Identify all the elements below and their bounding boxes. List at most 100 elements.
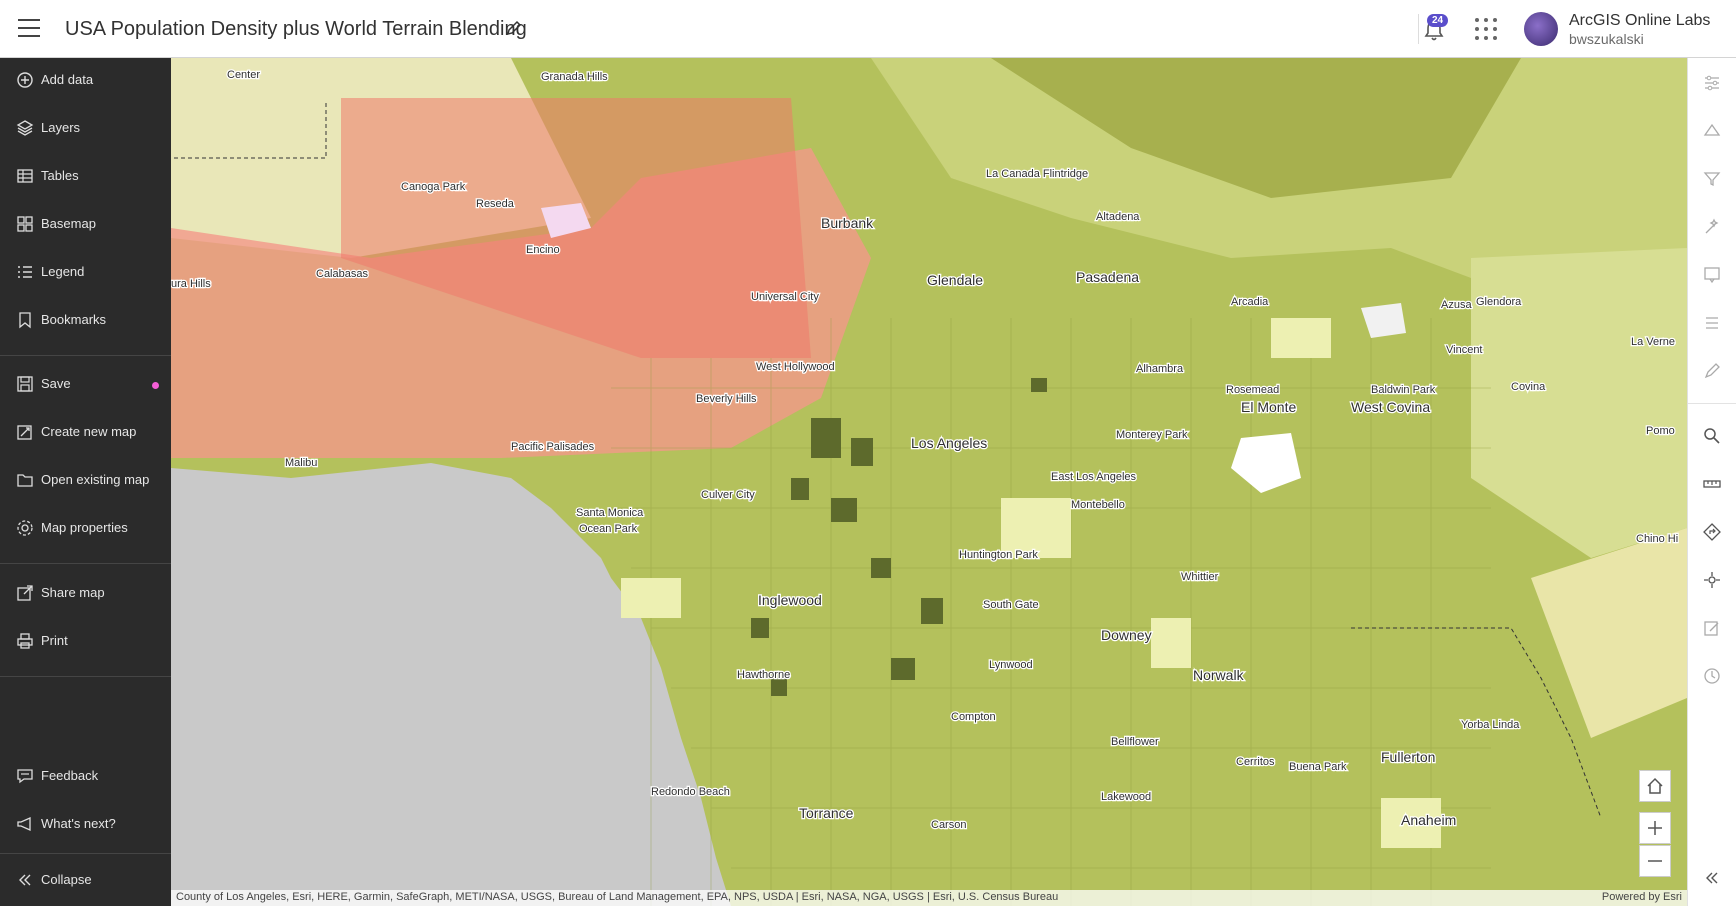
map-label-downey: Downey	[1101, 627, 1152, 643]
filter-icon[interactable]	[1702, 169, 1722, 189]
sidebar-item-map-properties[interactable]: Map properties	[0, 509, 171, 549]
sidebar-item-feedback[interactable]: Feedback	[0, 757, 171, 797]
notification-badge: 24	[1427, 14, 1449, 27]
map-label-glendora: Glendora	[1476, 296, 1522, 308]
sidebar-divider	[0, 563, 171, 564]
map-label-huntington-park: Huntington Park	[959, 549, 1038, 561]
directions-icon[interactable]	[1702, 522, 1722, 542]
search-icon[interactable]	[1702, 426, 1722, 446]
map-label-pacific-palisades: Pacific Palisades	[511, 441, 595, 453]
map-label-redondo-beach: Redondo Beach	[651, 786, 730, 798]
powered-by[interactable]: Powered by Esri	[1602, 891, 1682, 903]
map-label-azusa: Azusa	[1441, 299, 1472, 311]
sketch-icon[interactable]	[1702, 361, 1722, 381]
map-label-inglewood: Inglewood	[758, 592, 822, 608]
map-label-norwalk: Norwalk	[1193, 667, 1245, 683]
attribution-bar: County of Los Angeles, Esri, HERE, Garmi…	[171, 890, 1687, 906]
map-label-alhambra: Alhambra	[1136, 363, 1184, 375]
unsaved-indicator	[152, 382, 159, 389]
map-label-el-monte: El Monte	[1241, 399, 1296, 415]
sidebar-divider	[0, 676, 171, 677]
effects-icon[interactable]	[1702, 217, 1722, 237]
labels-icon[interactable]	[1702, 313, 1722, 333]
feedback-icon	[17, 769, 33, 784]
map-label-south-gate: South Gate	[983, 599, 1039, 611]
plus-icon	[1648, 821, 1662, 835]
share-icon	[17, 585, 33, 601]
sidebar-item-collapse[interactable]: Collapse	[0, 861, 171, 901]
sidebar-item-label: Open existing map	[41, 472, 150, 487]
map-label-arcadia: Arcadia	[1231, 296, 1269, 308]
save-icon	[17, 376, 33, 392]
table-icon	[17, 169, 33, 183]
sidebar-item-print[interactable]: Print	[0, 622, 171, 662]
add-data-icon	[17, 72, 33, 88]
attribution-text[interactable]: County of Los Angeles, Esri, HERE, Garmi…	[176, 891, 1058, 903]
map-canvas[interactable]: Center Granada Hills Canoga Park Reseda Enci…	[171, 58, 1687, 906]
sidebar: Add data Layers Tables Basemap Legend Bo…	[0, 58, 171, 906]
map-label-carson: Carson	[931, 819, 966, 831]
map-label-buena-park: Buena Park	[1289, 761, 1347, 773]
zoom-in-button[interactable]	[1639, 812, 1671, 844]
username: bwszukalski	[1569, 31, 1644, 47]
location-icon[interactable]	[1702, 570, 1722, 590]
map-label-anaheim: Anaheim	[1401, 812, 1456, 828]
layers-icon	[16, 120, 34, 136]
sidebar-item-open-existing-map[interactable]: Open existing map	[0, 461, 171, 501]
map-label-compton: Compton	[951, 711, 996, 723]
settings-toolbar	[1687, 58, 1736, 906]
sidebar-item-label: Collapse	[41, 872, 92, 887]
map-label-burbank: Burbank	[821, 215, 874, 231]
popups-icon[interactable]	[1702, 265, 1722, 285]
map-label-lakewood: Lakewood	[1101, 791, 1151, 803]
header-divider	[1418, 14, 1419, 44]
map-label-whittier: Whittier	[1181, 571, 1219, 583]
expand-toolbar-icon[interactable]	[1702, 868, 1722, 888]
map-label-la-canada-flintridge: La Canada Flintridge	[986, 168, 1088, 180]
properties-icon[interactable]	[1702, 73, 1722, 93]
sidebar-item-tables[interactable]: Tables	[0, 157, 171, 197]
sidebar-item-legend[interactable]: Legend	[0, 253, 171, 293]
map-label-rosemead: Rosemead	[1226, 384, 1279, 396]
sidebar-item-label: Map properties	[41, 520, 128, 535]
map-label-bellflower: Bellflower	[1111, 736, 1159, 748]
sidebar-item-save[interactable]: Save	[0, 365, 171, 405]
sidebar-item-whats-next[interactable]: What's next?	[0, 805, 171, 845]
avatar[interactable]	[1524, 12, 1558, 46]
styles-icon[interactable]	[1702, 121, 1722, 141]
sidebar-item-create-new-map[interactable]: Create new map	[0, 413, 171, 453]
sidebar-item-basemap[interactable]: Basemap	[0, 205, 171, 245]
sidebar-item-label: Print	[41, 633, 68, 648]
folder-icon	[17, 474, 33, 487]
create-map-icon	[17, 425, 32, 440]
app-launcher-icon[interactable]	[1475, 18, 1497, 40]
edit-title-icon[interactable]	[504, 18, 524, 38]
map-label-canoga-park: Canoga Park	[401, 181, 466, 193]
map-label-granada-hills: Granada Hills	[541, 71, 608, 83]
sidebar-item-label: Share map	[41, 585, 105, 600]
map-view[interactable]: Center Granada Hills Canoga Park Reseda Enci…	[171, 58, 1687, 906]
zoom-out-button[interactable]	[1639, 845, 1671, 877]
edit-icon[interactable]	[1702, 618, 1722, 638]
menu-icon[interactable]	[18, 19, 40, 37]
map-label-west-covina: West Covina	[1351, 399, 1430, 415]
sidebar-divider	[0, 853, 171, 854]
org-name[interactable]: ArcGIS Online Labs	[1569, 12, 1710, 30]
map-label-encino: Encino	[526, 244, 560, 256]
home-button[interactable]	[1639, 770, 1671, 802]
sidebar-item-add-data[interactable]: Add data	[0, 61, 171, 101]
measure-icon[interactable]	[1702, 474, 1722, 494]
time-icon[interactable]	[1702, 666, 1722, 686]
home-icon	[1647, 777, 1663, 794]
map-label-vincent: Vincent	[1446, 344, 1483, 356]
map-label-malibu: Malibu	[285, 457, 317, 469]
sidebar-item-bookmarks[interactable]: Bookmarks	[0, 301, 171, 341]
legend-icon	[18, 266, 32, 278]
sidebar-item-label: Legend	[41, 264, 85, 279]
collapse-icon	[19, 874, 31, 886]
map-label-santa-monica: Santa Monica	[576, 507, 644, 519]
map-label-reseda: Reseda	[476, 198, 515, 210]
sidebar-item-label: Add data	[41, 72, 94, 87]
sidebar-item-share-map[interactable]: Share map	[0, 574, 171, 614]
sidebar-item-layers[interactable]: Layers	[0, 109, 171, 149]
